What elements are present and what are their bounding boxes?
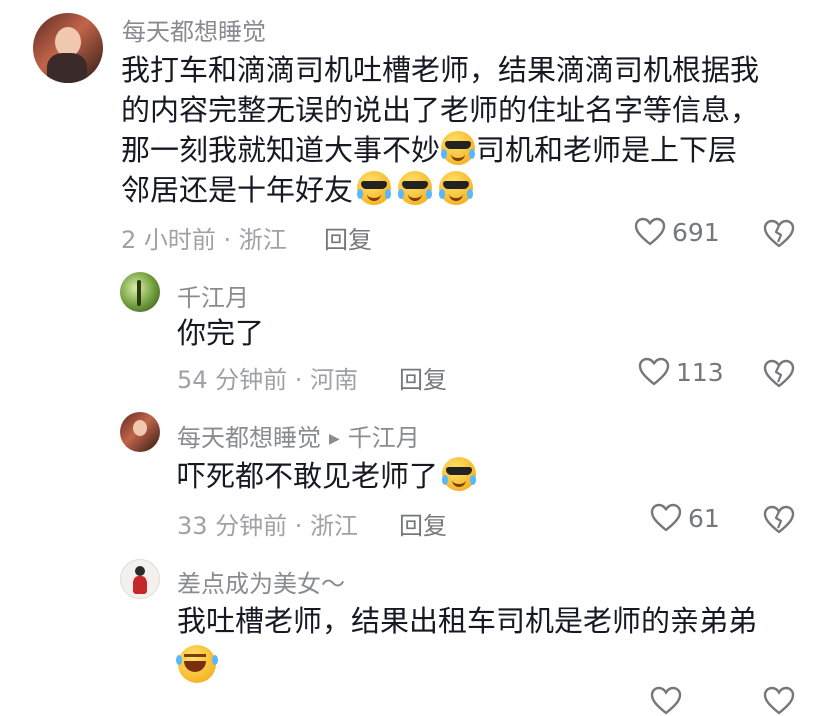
broken-heart-icon[interactable]	[763, 219, 795, 249]
location: 浙江	[238, 226, 287, 254]
comment-meta: 54 分钟前 · 河南	[177, 360, 358, 395]
like-count: 691	[672, 217, 720, 247]
reply-header: 每天都想睡觉 ▶ 千江月	[177, 418, 420, 453]
avatar[interactable]	[120, 412, 160, 452]
cool-sweat-emoji	[441, 131, 476, 165]
cool-sweat-emoji	[442, 457, 477, 491]
like-button[interactable]: 691	[634, 217, 720, 247]
username[interactable]: 千江月	[177, 278, 249, 313]
comment-meta: 2 小时前 · 浙江	[121, 220, 287, 255]
broken-heart-icon[interactable]	[763, 505, 795, 535]
heart-outline-icon	[638, 357, 670, 386]
username[interactable]: 每天都想睡觉	[122, 12, 266, 47]
comment-text: 你完了	[177, 316, 265, 350]
comment-text: 吓死都不敢见老师了	[177, 456, 477, 496]
comment-2: 千江月 你完了 54 分钟前 · 河南 回复 113	[0, 260, 824, 400]
broken-heart-icon[interactable]	[763, 359, 795, 389]
meta-separator: ·	[287, 512, 311, 540]
reply-arrow-icon: ▶	[329, 431, 340, 447]
comment-line: 我吐槽老师，结果出租车司机是老师的亲弟弟	[177, 604, 758, 638]
meta-separator: ·	[287, 366, 311, 394]
reply-button[interactable]: 回复	[324, 220, 372, 255]
heart-outline-icon	[650, 503, 682, 532]
location: 河南	[310, 366, 359, 394]
timestamp: 33 分钟前	[177, 512, 288, 540]
broken-heart-icon	[763, 686, 795, 715]
comment-text-content: 吓死都不敢见老师了	[177, 459, 439, 493]
reply-button[interactable]: 回复	[399, 506, 447, 541]
like-button[interactable]: 61	[650, 503, 720, 533]
reply-button[interactable]: 回复	[399, 360, 447, 395]
comment-meta: 33 分钟前 · 浙江	[177, 506, 358, 541]
timestamp: 2 小时前	[121, 226, 216, 254]
comment-line-part: 那一刻我就知道大事不妙	[121, 133, 441, 167]
username[interactable]: 差点成为美女～	[177, 564, 345, 599]
like-count: 113	[676, 357, 724, 387]
comment-text: 我打车和滴滴司机吐槽老师，结果滴滴司机根据我 的内容完整无误的说出了老师的住址名…	[121, 50, 811, 210]
avatar[interactable]	[120, 272, 160, 312]
comment-text: 我吐槽老师，结果出租车司机是老师的亲弟弟	[176, 601, 797, 688]
comment-line: 的内容完整无误的说出了老师的住址名字等信息，	[121, 93, 760, 127]
comment-3: 每天都想睡觉 ▶ 千江月 吓死都不敢见老师了 33 分钟前 · 浙江 回复 61	[0, 400, 824, 550]
meta-separator: ·	[215, 226, 239, 254]
timestamp: 54 分钟前	[177, 366, 288, 394]
location: 浙江	[310, 512, 359, 540]
cool-sweat-emoji	[439, 171, 474, 205]
avatar[interactable]	[120, 559, 160, 599]
comment-1: 每天都想睡觉 我打车和滴滴司机吐槽老师，结果滴滴司机根据我 的内容完整无误的说出…	[0, 0, 824, 260]
username[interactable]: 每天都想睡觉	[177, 424, 321, 452]
like-button[interactable]: 113	[638, 357, 724, 387]
comment-line	[176, 645, 797, 688]
comment-line: 那一刻我就知道大事不妙 司机和老师是上下层	[121, 130, 811, 170]
comment-line-part: 司机和老师是上下层	[476, 133, 738, 167]
heart-outline-icon	[650, 686, 682, 715]
reply-to-username[interactable]: 千江月	[348, 424, 420, 452]
comment-line: 我打车和滴滴司机吐槽老师，结果滴滴司机根据我	[121, 53, 760, 87]
cool-sweat-emoji	[357, 171, 392, 205]
avatar[interactable]	[33, 13, 103, 83]
comment-line-part: 邻居还是十年好友	[121, 173, 354, 207]
comment-4: 差点成为美女～ 我吐槽老师，结果出租车司机是老师的亲弟弟	[0, 550, 824, 715]
like-count: 61	[688, 503, 720, 533]
cool-sweat-emoji	[398, 171, 433, 205]
comment-line: 邻居还是十年好友	[121, 170, 811, 210]
heart-outline-icon	[634, 217, 666, 246]
laughing-emoji	[176, 645, 218, 683]
